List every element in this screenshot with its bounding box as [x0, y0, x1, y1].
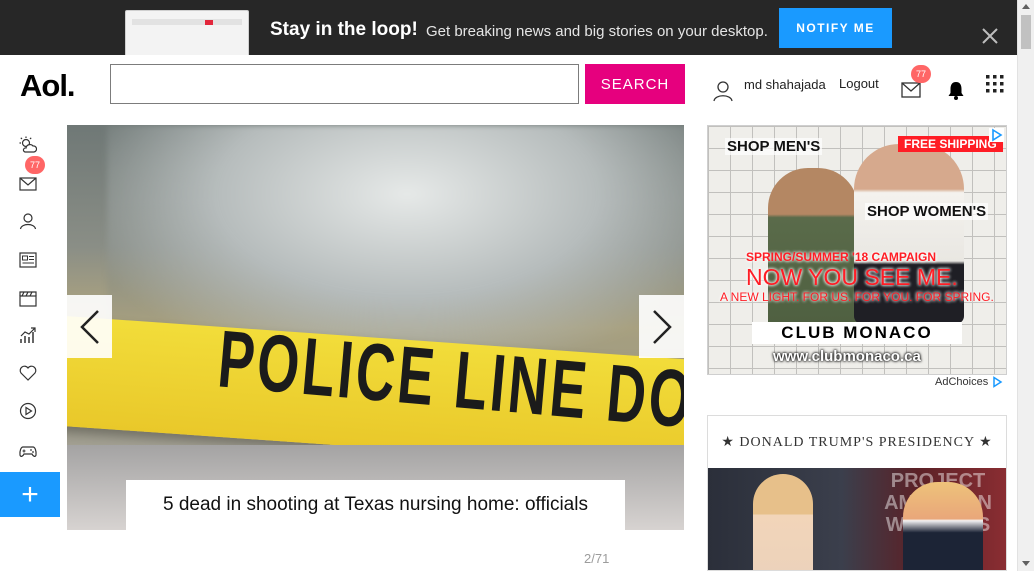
ad-campaign: SPRING/SUMMER '18 CAMPAIGN — [746, 250, 936, 264]
mail-icon[interactable] — [901, 82, 921, 98]
bell-icon[interactable] — [947, 81, 965, 100]
play-icon[interactable] — [19, 402, 37, 420]
mail-icon[interactable] — [19, 175, 37, 193]
promo-title: Stay in the loop! — [270, 19, 418, 40]
ad-url: www.clubmonaco.ca — [773, 348, 921, 365]
heart-icon[interactable] — [19, 364, 37, 382]
search-input[interactable] — [110, 64, 579, 104]
hero-image[interactable]: POLICE LINE DO NOT CROSS — [67, 125, 684, 530]
card-title[interactable]: ★ DONALD TRUMP'S PRESIDENCY ★ — [708, 434, 1006, 451]
club-monaco-ad[interactable]: SHOP MEN'S FREE SHIPPING SHOP WOMEN'S SP… — [707, 125, 1007, 375]
slideshow-prev-button[interactable] — [67, 295, 112, 358]
ad-shop-mens[interactable]: SHOP MEN'S — [725, 138, 823, 155]
user-icon[interactable] — [19, 212, 37, 230]
weather-icon[interactable] — [19, 136, 37, 154]
preview-alert — [205, 20, 213, 25]
preview-bar — [132, 19, 242, 25]
adchoices-label: AdChoices — [935, 376, 989, 388]
ad-tagline: A NEW LIGHT. FOR US. FOR YOU. FOR SPRING… — [720, 290, 994, 304]
slideshow-counter: 2/71 — [584, 551, 610, 566]
scroll-thumb[interactable] — [1021, 15, 1031, 49]
card-image[interactable]: PROJECT AMERICAN WORKERS — [708, 468, 1006, 570]
chevron-left-icon — [79, 309, 99, 344]
rail-mail-badge: 77 — [25, 156, 45, 174]
desktop-notification-banner: Stay in the loop! Get breaking news and … — [0, 0, 1017, 55]
newspaper-icon[interactable] — [19, 251, 37, 269]
ad-shop-womens[interactable]: SHOP WOMEN'S — [865, 203, 989, 220]
ad-brand-logo: CLUB MONACO — [752, 322, 962, 344]
slideshow-next-button[interactable] — [639, 295, 684, 358]
ad-free-shipping: FREE SHIPPING — [898, 136, 1003, 152]
search-button[interactable]: SEARCH — [585, 64, 685, 104]
vertical-scrollbar[interactable] — [1017, 0, 1034, 571]
logout-link[interactable]: Logout — [839, 76, 879, 91]
scroll-down-arrow-icon[interactable] — [1022, 561, 1030, 566]
card-person-left — [753, 474, 813, 570]
browser-preview-illustration — [125, 10, 249, 55]
add-button[interactable]: + — [0, 472, 60, 517]
page: { "promo": { "title": "Stay in the loop!… — [0, 0, 1034, 571]
chart-icon[interactable] — [19, 327, 37, 345]
mail-count-badge: 77 — [911, 65, 931, 83]
ad-headline: NOW YOU SEE ME. — [746, 264, 958, 290]
adchoices-icon — [993, 376, 1003, 388]
clapperboard-icon[interactable] — [19, 289, 37, 307]
adchoices-corner-icon[interactable] — [989, 128, 1004, 142]
aol-logo[interactable]: Aol. — [20, 68, 76, 104]
chevron-right-icon — [652, 309, 672, 344]
adchoices-link[interactable]: AdChoices — [935, 376, 1003, 388]
user-name[interactable]: md shahajada — [744, 77, 826, 92]
gamepad-icon[interactable] — [19, 442, 37, 460]
hero-caption[interactable]: 5 dead in shooting at Texas nursing home… — [126, 480, 625, 530]
trump-presidency-card[interactable]: ★ DONALD TRUMP'S PRESIDENCY ★ PROJECT AM… — [707, 415, 1007, 571]
close-icon[interactable] — [980, 26, 1000, 46]
blurred-truck — [107, 125, 684, 355]
notify-me-button[interactable]: NOTIFY ME — [779, 8, 892, 48]
promo-subtitle: Get breaking news and big stories on you… — [426, 23, 768, 40]
user-icon[interactable] — [713, 80, 733, 102]
apps-grid-icon[interactable] — [986, 75, 1004, 93]
card-person-right — [903, 482, 983, 570]
scroll-up-arrow-icon[interactable] — [1022, 4, 1030, 9]
